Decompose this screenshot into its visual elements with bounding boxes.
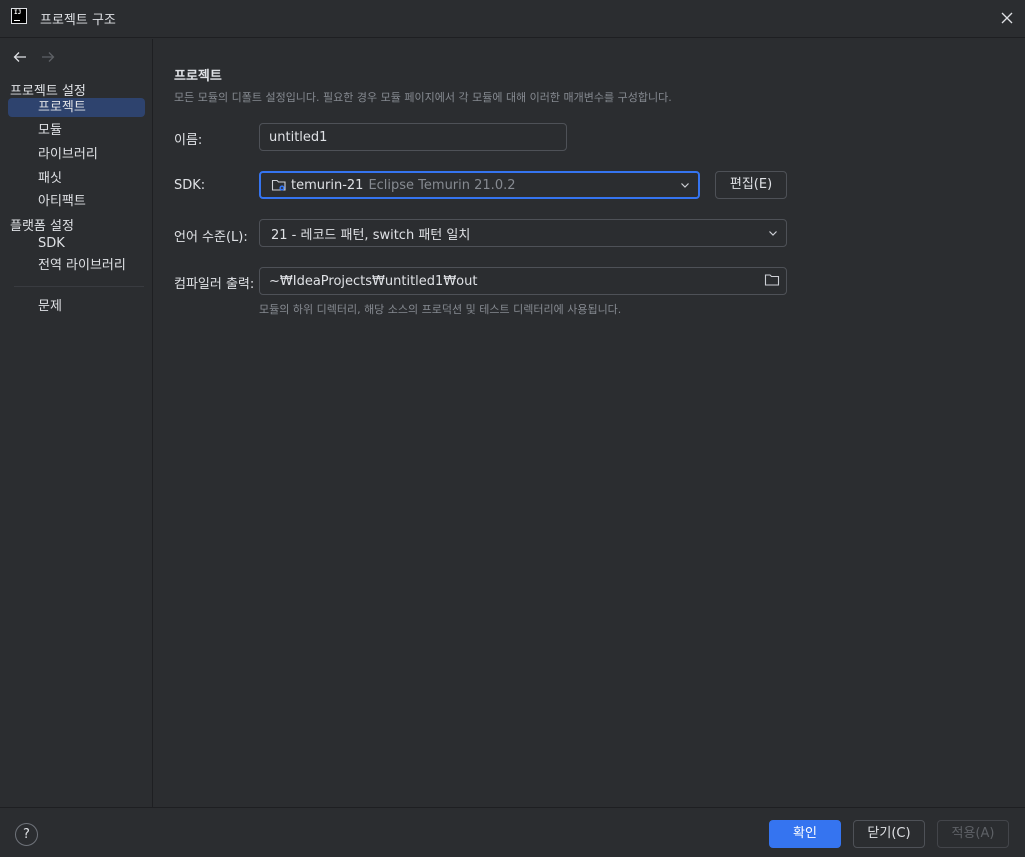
help-button[interactable]: ? <box>15 823 38 846</box>
compiler-output-hint: 모듈의 하위 디렉터리, 해당 소스의 프로덕션 및 테스트 디렉터리에 사용됩… <box>259 303 622 316</box>
sidebar-item-modules[interactable]: 모듈 <box>8 121 145 140</box>
compiler-output-input[interactable] <box>259 267 787 295</box>
apply-button[interactable]: 적용(A) <box>937 820 1009 848</box>
sdk-select[interactable]: temurin-21 Eclipse Temurin 21.0.2 <box>259 171 700 199</box>
edit-sdk-button[interactable]: 편집(E) <box>715 171 787 199</box>
sidebar-item-problems[interactable]: 문제 <box>8 297 145 316</box>
compiler-output-label: 컴파일러 출력: <box>174 277 255 292</box>
sidebar-item-global-libraries[interactable]: 전역 라이브러리 <box>8 256 145 275</box>
sidebar: 프로젝트 설정 프로젝트 모듈 라이브러리 패싯 아티팩트 플랫폼 설정 SDK… <box>0 39 153 807</box>
sdk-name: temurin-21 <box>291 177 364 193</box>
close-icon <box>1001 12 1013 24</box>
back-button[interactable] <box>12 49 28 65</box>
project-structure-dialog: IJ 프로젝트 구조 프로젝트 설정 프로젝트 모듈 라이브러리 패싯 아티팩트… <box>0 0 1025 857</box>
arrow-left-icon <box>13 52 26 62</box>
language-level-select[interactable]: 21 - 레코드 패턴, switch 패턴 일치 <box>259 219 787 247</box>
sidebar-divider <box>14 286 144 287</box>
sidebar-item-libraries[interactable]: 라이브러리 <box>8 145 145 164</box>
close-dialog-button[interactable]: 닫기(C) <box>853 820 925 848</box>
nav-arrows <box>12 49 56 65</box>
browse-folder-button[interactable] <box>764 273 780 287</box>
name-input[interactable] <box>259 123 567 151</box>
sidebar-item-project[interactable]: 프로젝트 <box>8 98 145 117</box>
main-panel: 프로젝트 모든 모듈의 디폴트 설정입니다. 필요한 경우 모듈 페이지에서 각… <box>154 39 1025 807</box>
ok-button[interactable]: 확인 <box>769 820 841 848</box>
sdk-description: Eclipse Temurin 21.0.2 <box>368 177 516 193</box>
chevron-down-icon <box>769 231 777 236</box>
arrow-right-icon <box>42 52 55 62</box>
window-title: 프로젝트 구조 <box>40 13 116 28</box>
compiler-output-field <box>259 267 787 295</box>
page-description: 모든 모듈의 디폴트 설정입니다. 필요한 경우 모듈 페이지에서 각 모듈에 … <box>174 91 672 104</box>
sidebar-item-facets[interactable]: 패싯 <box>8 169 145 188</box>
name-label: 이름: <box>174 133 203 148</box>
sidebar-item-sdk[interactable]: SDK <box>8 234 145 253</box>
sidebar-item-artifacts[interactable]: 아티팩트 <box>8 192 145 211</box>
close-button[interactable] <box>997 8 1017 28</box>
intellij-logo-icon: IJ <box>11 8 27 24</box>
folder-icon <box>764 274 780 286</box>
chevron-down-icon <box>681 183 689 188</box>
language-level-label: 언어 수준(L): <box>174 230 248 245</box>
section-platform-settings: 플랫폼 설정 <box>10 219 74 234</box>
language-level-value: 21 - 레코드 패턴, switch 패턴 일치 <box>271 227 471 243</box>
section-project-settings: 프로젝트 설정 <box>10 84 86 99</box>
footer: ? 확인 닫기(C) 적용(A) <box>0 807 1025 857</box>
title-bar: IJ 프로젝트 구조 <box>0 0 1025 38</box>
sdk-label: SDK: <box>174 178 206 193</box>
forward-button[interactable] <box>40 49 56 65</box>
folder-jdk-icon <box>271 179 286 191</box>
page-title: 프로젝트 <box>174 69 222 84</box>
